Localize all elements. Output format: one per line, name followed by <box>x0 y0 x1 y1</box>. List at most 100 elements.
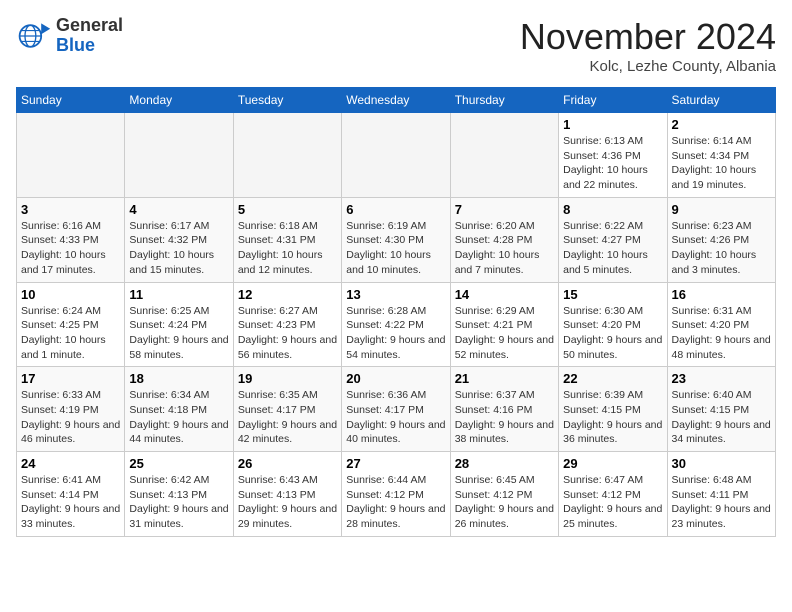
calendar-cell: 24Sunrise: 6:41 AMSunset: 4:14 PMDayligh… <box>17 452 125 537</box>
calendar-cell: 18 Sunrise: 6:34 AMSunset: 4:18 PMDayligh… <box>125 367 233 452</box>
calendar-week-row: 10 Sunrise: 6:24 AMSunset: 4:25 PMDayligh… <box>17 282 776 367</box>
day-number: 12 <box>238 287 337 302</box>
day-info: Sunrise: 6:44 AMSunset: 4:12 PMDaylight:… <box>346 473 445 532</box>
calendar-cell: 10 Sunrise: 6:24 AMSunset: 4:25 PMDayligh… <box>17 282 125 367</box>
day-number: 11 <box>129 287 228 302</box>
day-info: Sunrise: 6:29 AMSunset: 4:21 PMDaylight:… <box>455 304 554 363</box>
day-number: 15 <box>563 287 662 302</box>
day-number: 29 <box>563 456 662 471</box>
calendar-header-row: SundayMondayTuesdayWednesdayThursdayFrid… <box>17 88 776 113</box>
day-number: 5 <box>238 202 337 217</box>
day-number: 3 <box>21 202 120 217</box>
calendar-cell: 2 Sunrise: 6:14 AMSunset: 4:34 PMDaylight… <box>667 113 775 198</box>
calendar-cell: 28 Sunrise: 6:45 AMSunset: 4:12 PMDayligh… <box>450 452 558 537</box>
calendar-table: SundayMondayTuesdayWednesdayThursdayFrid… <box>16 87 776 537</box>
weekday-header-monday: Monday <box>125 88 233 113</box>
month-title: November 2024 <box>520 16 776 58</box>
calendar-week-row: 17 Sunrise: 6:33 AMSunset: 4:19 PMDayligh… <box>17 367 776 452</box>
calendar-week-row: 1 Sunrise: 6:13 AMSunset: 4:36 PMDaylight… <box>17 113 776 198</box>
day-info: Sunrise: 6:31 AMSunset: 4:20 PMDaylight:… <box>672 304 771 363</box>
calendar-cell: 1 Sunrise: 6:13 AMSunset: 4:36 PMDaylight… <box>559 113 667 198</box>
weekday-header-sunday: Sunday <box>17 88 125 113</box>
day-info: Sunrise: 6:20 AMSunset: 4:28 PMDaylight:… <box>455 219 554 278</box>
day-info: Sunrise: 6:48 AMSunset: 4:11 PMDaylight:… <box>672 473 771 532</box>
day-info: Sunrise: 6:19 AMSunset: 4:30 PMDaylight:… <box>346 219 445 278</box>
day-number: 16 <box>672 287 771 302</box>
day-info: Sunrise: 6:16 AMSunset: 4:33 PMDaylight:… <box>21 219 120 278</box>
day-number: 1 <box>563 117 662 132</box>
day-info: Sunrise: 6:14 AMSunset: 4:34 PMDaylight:… <box>672 134 771 193</box>
day-number: 13 <box>346 287 445 302</box>
day-number: 21 <box>455 371 554 386</box>
day-info: Sunrise: 6:42 AMSunset: 4:13 PMDaylight:… <box>129 473 228 532</box>
day-info: Sunrise: 6:30 AMSunset: 4:20 PMDaylight:… <box>563 304 662 363</box>
day-info: Sunrise: 6:43 AMSunset: 4:13 PMDaylight:… <box>238 473 337 532</box>
day-number: 6 <box>346 202 445 217</box>
calendar-cell: 11Sunrise: 6:25 AMSunset: 4:24 PMDayligh… <box>125 282 233 367</box>
day-info: Sunrise: 6:34 AMSunset: 4:18 PMDaylight:… <box>129 388 228 447</box>
weekday-header-thursday: Thursday <box>450 88 558 113</box>
logo-icon <box>16 18 52 54</box>
day-number: 17 <box>21 371 120 386</box>
day-info: Sunrise: 6:47 AMSunset: 4:12 PMDaylight:… <box>563 473 662 532</box>
day-number: 27 <box>346 456 445 471</box>
calendar-cell: 15 Sunrise: 6:30 AMSunset: 4:20 PMDayligh… <box>559 282 667 367</box>
day-info: Sunrise: 6:24 AMSunset: 4:25 PMDaylight:… <box>21 304 120 363</box>
day-info: Sunrise: 6:13 AMSunset: 4:36 PMDaylight:… <box>563 134 662 193</box>
day-number: 28 <box>455 456 554 471</box>
calendar-cell: 9 Sunrise: 6:23 AMSunset: 4:26 PMDaylight… <box>667 197 775 282</box>
day-info: Sunrise: 6:23 AMSunset: 4:26 PMDaylight:… <box>672 219 771 278</box>
day-info: Sunrise: 6:18 AMSunset: 4:31 PMDaylight:… <box>238 219 337 278</box>
calendar-cell <box>125 113 233 198</box>
day-number: 2 <box>672 117 771 132</box>
day-info: Sunrise: 6:40 AMSunset: 4:15 PMDaylight:… <box>672 388 771 447</box>
location: Kolc, Lezhe County, Albania <box>520 58 776 75</box>
calendar-cell <box>450 113 558 198</box>
day-number: 22 <box>563 371 662 386</box>
calendar-cell: 4Sunrise: 6:17 AMSunset: 4:32 PMDaylight… <box>125 197 233 282</box>
day-number: 23 <box>672 371 771 386</box>
calendar-cell: 7Sunrise: 6:20 AMSunset: 4:28 PMDaylight… <box>450 197 558 282</box>
calendar-cell: 8 Sunrise: 6:22 AMSunset: 4:27 PMDaylight… <box>559 197 667 282</box>
day-info: Sunrise: 6:33 AMSunset: 4:19 PMDaylight:… <box>21 388 120 447</box>
day-info: Sunrise: 6:39 AMSunset: 4:15 PMDaylight:… <box>563 388 662 447</box>
day-number: 19 <box>238 371 337 386</box>
day-number: 26 <box>238 456 337 471</box>
calendar-cell: 14Sunrise: 6:29 AMSunset: 4:21 PMDayligh… <box>450 282 558 367</box>
calendar-cell: 27 Sunrise: 6:44 AMSunset: 4:12 PMDayligh… <box>342 452 450 537</box>
weekday-header-friday: Friday <box>559 88 667 113</box>
logo-blue-text: Blue <box>56 36 123 56</box>
title-block: November 2024 Kolc, Lezhe County, Albani… <box>520 16 776 75</box>
calendar-week-row: 3 Sunrise: 6:16 AMSunset: 4:33 PMDaylight… <box>17 197 776 282</box>
day-number: 30 <box>672 456 771 471</box>
calendar-cell <box>17 113 125 198</box>
day-number: 8 <box>563 202 662 217</box>
calendar-cell <box>233 113 341 198</box>
day-info: Sunrise: 6:41 AMSunset: 4:14 PMDaylight:… <box>21 473 120 532</box>
day-number: 25 <box>129 456 228 471</box>
calendar-cell: 30 Sunrise: 6:48 AMSunset: 4:11 PMDayligh… <box>667 452 775 537</box>
calendar-cell: 12 Sunrise: 6:27 AMSunset: 4:23 PMDayligh… <box>233 282 341 367</box>
calendar-cell: 19Sunrise: 6:35 AMSunset: 4:17 PMDayligh… <box>233 367 341 452</box>
weekday-header-tuesday: Tuesday <box>233 88 341 113</box>
day-info: Sunrise: 6:22 AMSunset: 4:27 PMDaylight:… <box>563 219 662 278</box>
day-info: Sunrise: 6:37 AMSunset: 4:16 PMDaylight:… <box>455 388 554 447</box>
calendar-cell: 29 Sunrise: 6:47 AMSunset: 4:12 PMDayligh… <box>559 452 667 537</box>
calendar-cell: 23 Sunrise: 6:40 AMSunset: 4:15 PMDayligh… <box>667 367 775 452</box>
day-info: Sunrise: 6:28 AMSunset: 4:22 PMDaylight:… <box>346 304 445 363</box>
calendar-cell: 20Sunrise: 6:36 AMSunset: 4:17 PMDayligh… <box>342 367 450 452</box>
calendar-cell <box>342 113 450 198</box>
day-number: 18 <box>129 371 228 386</box>
day-number: 10 <box>21 287 120 302</box>
calendar-cell: 16 Sunrise: 6:31 AMSunset: 4:20 PMDayligh… <box>667 282 775 367</box>
logo-general-text: General <box>56 16 123 36</box>
day-info: Sunrise: 6:27 AMSunset: 4:23 PMDaylight:… <box>238 304 337 363</box>
day-number: 20 <box>346 371 445 386</box>
day-number: 9 <box>672 202 771 217</box>
page-header: General Blue November 2024 Kolc, Lezhe C… <box>16 16 776 75</box>
logo: General Blue <box>16 16 123 56</box>
day-info: Sunrise: 6:45 AMSunset: 4:12 PMDaylight:… <box>455 473 554 532</box>
day-number: 4 <box>129 202 228 217</box>
calendar-cell: 5 Sunrise: 6:18 AMSunset: 4:31 PMDaylight… <box>233 197 341 282</box>
weekday-header-saturday: Saturday <box>667 88 775 113</box>
